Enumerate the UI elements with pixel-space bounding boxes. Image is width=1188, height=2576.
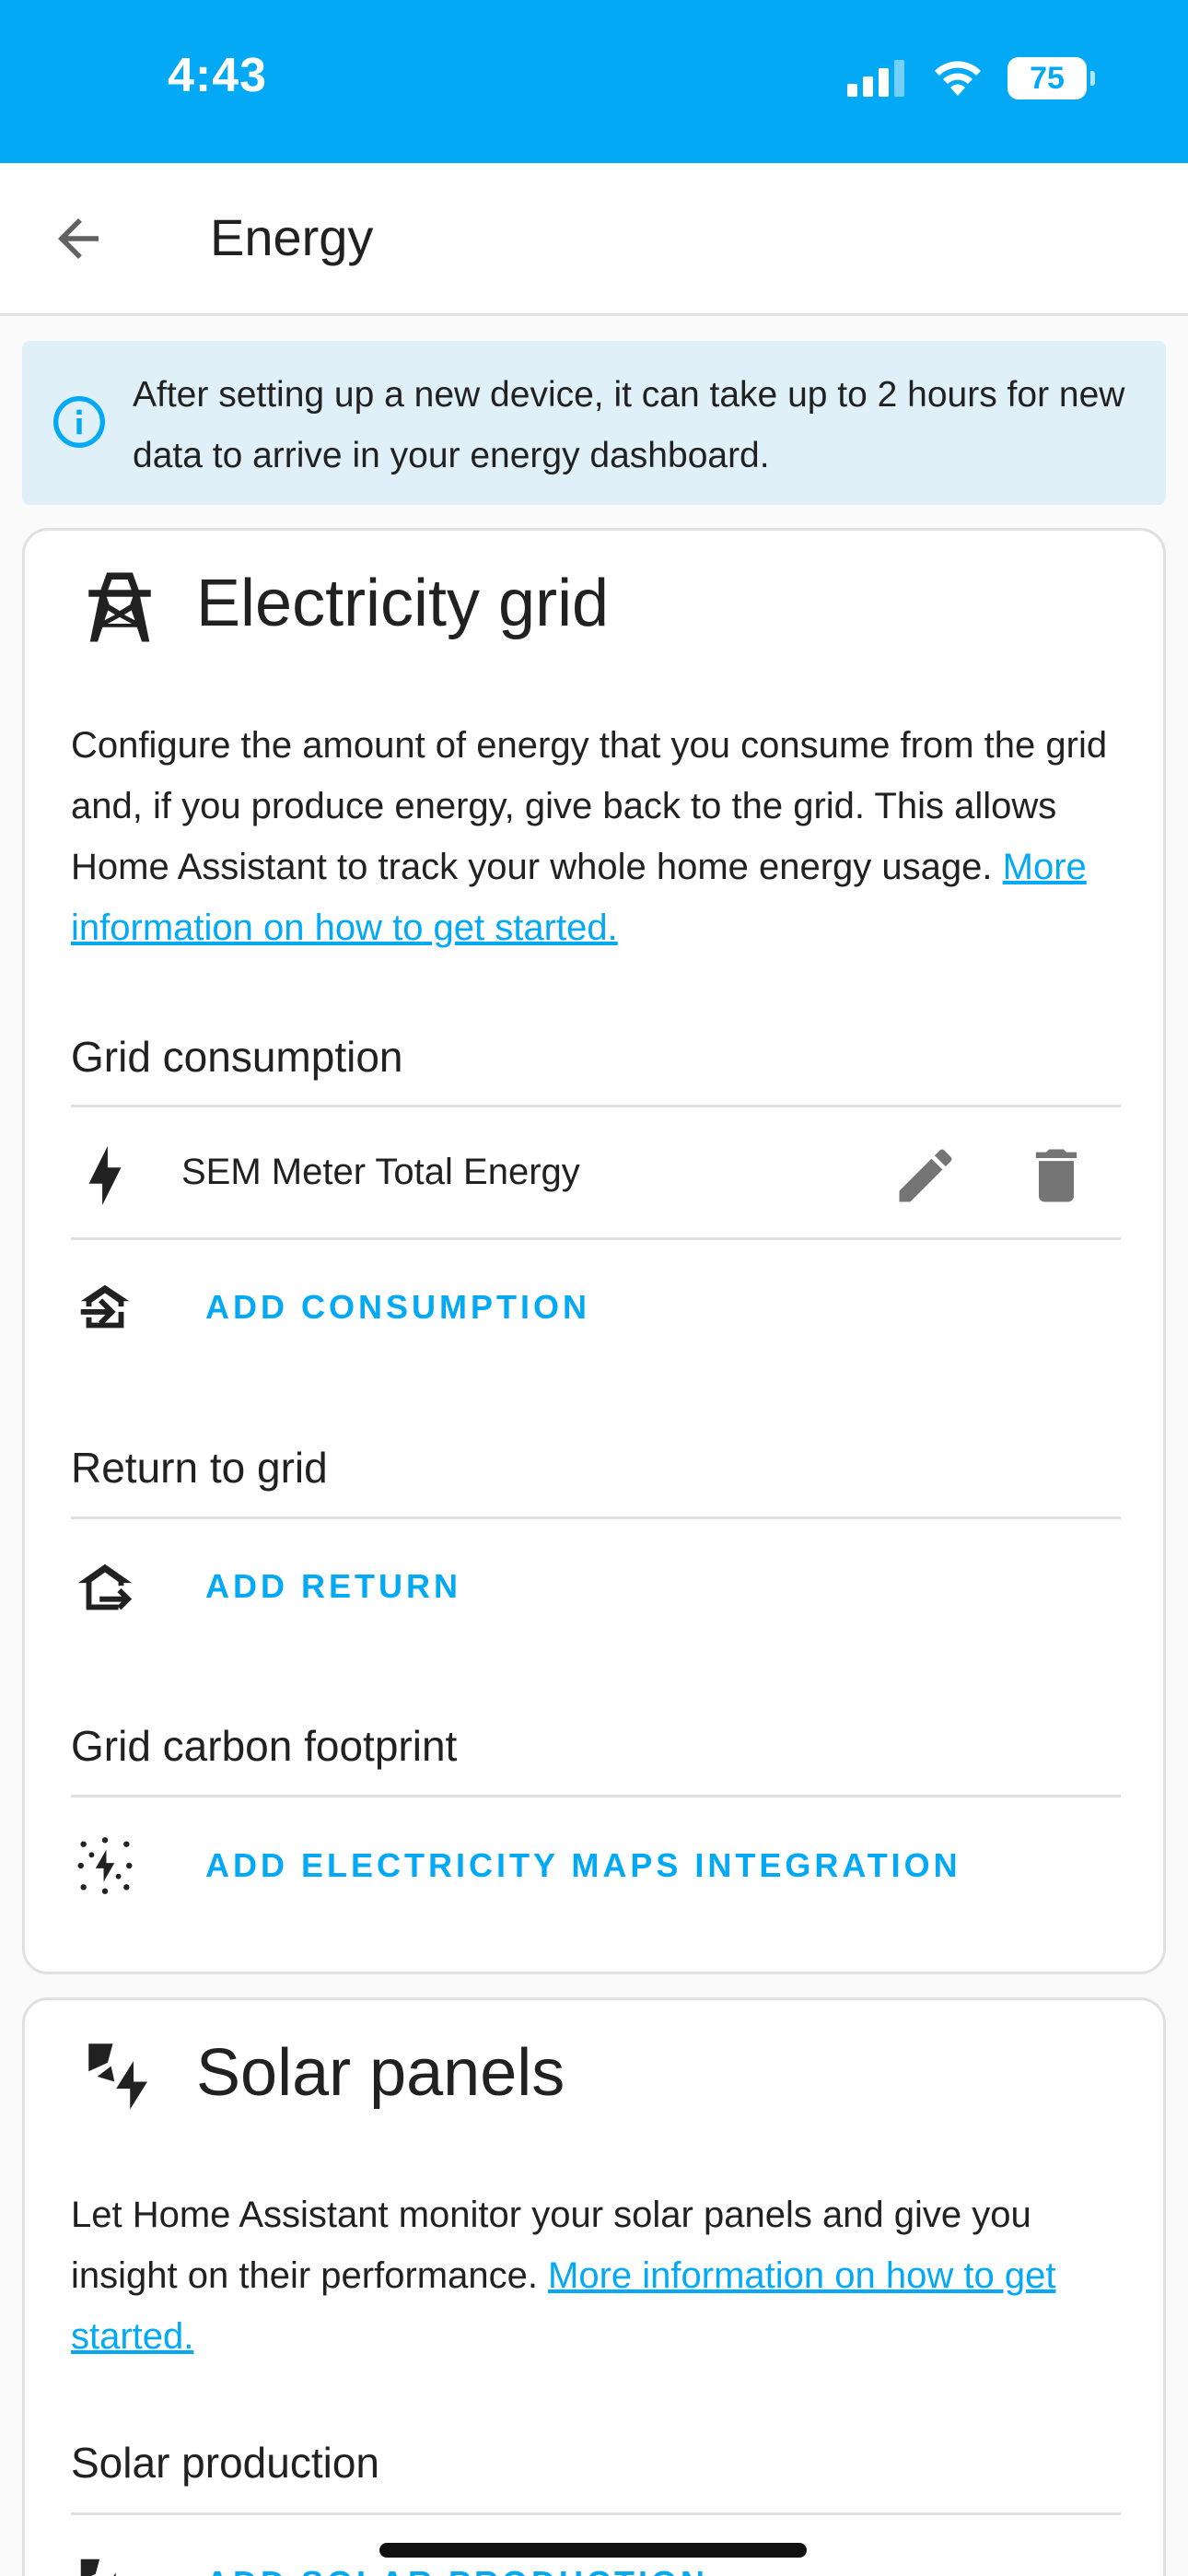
lightning-bolt-dotted-icon: [77, 1837, 133, 1894]
divider: [71, 2512, 1121, 2515]
edit-button[interactable]: [891, 1141, 961, 1211]
add-consumption-button[interactable]: ADD CONSUMPTION: [205, 1288, 590, 1327]
divider: [71, 1795, 1121, 1797]
solar-production-label: Solar production: [71, 2439, 379, 2487]
add-return-button[interactable]: ADD RETURN: [205, 1567, 461, 1606]
page-title: Energy: [210, 208, 374, 266]
info-alert: After setting up a new device, it can ta…: [22, 341, 1166, 505]
add-solar-production-button[interactable]: ADD SOLAR PRODUCTION: [205, 2564, 708, 2576]
arrow-left-icon: [58, 218, 99, 259]
card-title: Electricity grid: [196, 567, 610, 640]
app-bar: Energy: [0, 163, 1188, 316]
transmission-tower-export-icon: [77, 1563, 133, 1610]
description-text: Configure the amount of energy that you …: [71, 725, 1108, 887]
divider: [71, 1237, 1121, 1240]
divider: [71, 1516, 1121, 1519]
info-alert-text: After setting up a new device, it can ta…: [133, 375, 1125, 475]
info-circle-icon: [53, 396, 105, 448]
cellular-signal-icon: [847, 60, 904, 97]
electricity-grid-card: Electricity grid Configure the amount of…: [22, 528, 1166, 1974]
solar-panels-card: Solar panels Let Home Assistant monitor …: [22, 1997, 1166, 2576]
lightning-bolt-icon: [88, 1145, 122, 1206]
card-description: Configure the amount of energy that you …: [71, 715, 1121, 958]
return-to-grid-label: Return to grid: [71, 1444, 328, 1492]
pencil-icon: [899, 1149, 952, 1202]
status-bar: 4:43 75: [0, 0, 1188, 163]
solar-power-icon: [88, 2043, 147, 2110]
consumption-entity-name: SEM Meter Total Energy: [181, 1152, 580, 1192]
status-time: 4:43: [168, 49, 268, 102]
card-description: Let Home Assistant monitor your solar pa…: [71, 2184, 1121, 2367]
grid-consumption-label: Grid consumption: [71, 1033, 403, 1081]
back-button[interactable]: [48, 208, 109, 269]
status-icons: 75: [847, 57, 1095, 100]
battery-icon: 75: [1007, 57, 1095, 100]
add-electricity-maps-button[interactable]: ADD ELECTRICITY MAPS INTEGRATION: [205, 1846, 961, 1885]
transmission-tower-import-icon: [80, 1284, 130, 1329]
wifi-icon: [935, 61, 981, 96]
delete-button[interactable]: [1021, 1141, 1091, 1211]
solar-power-icon: [80, 2558, 116, 2576]
home-indicator[interactable]: [379, 2543, 807, 2558]
transmission-tower-icon: [88, 572, 151, 642]
trash-can-icon: [1035, 1149, 1077, 1202]
divider: [71, 1105, 1121, 1107]
card-title: Solar panels: [196, 2036, 565, 2110]
grid-carbon-footprint-label: Grid carbon footprint: [71, 1722, 458, 1770]
